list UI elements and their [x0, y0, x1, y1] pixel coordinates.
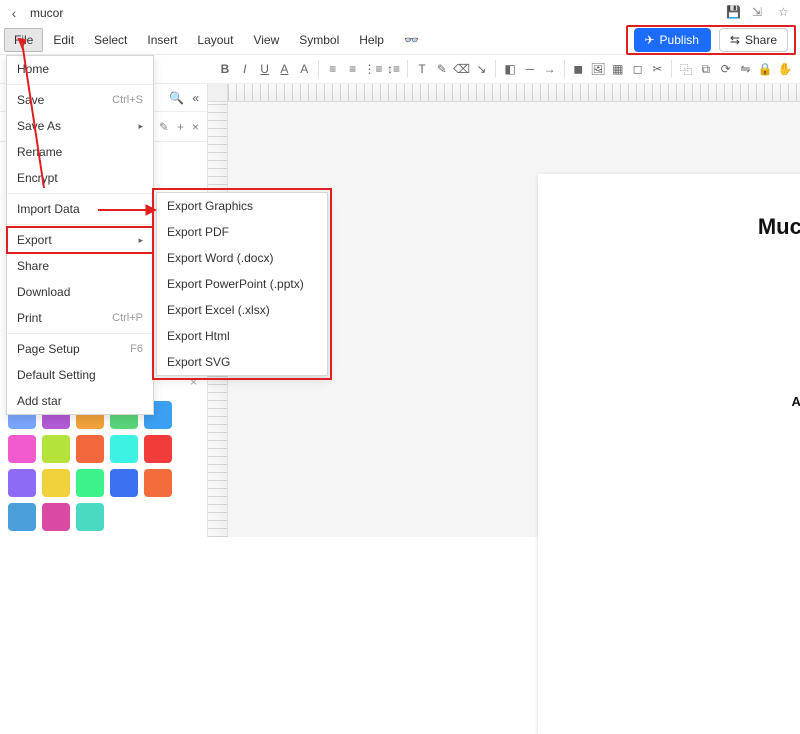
publish-label: Publish [660, 33, 699, 47]
rotate-icon[interactable]: ⟳ [717, 57, 735, 81]
export-svg[interactable]: Export SVG [157, 349, 327, 375]
menu-help[interactable]: Help [349, 28, 394, 52]
share-button[interactable]: ⇆ Share [719, 28, 788, 52]
export-excel[interactable]: Export Excel (.xlsx) [157, 297, 327, 323]
save-icon[interactable]: 💾 [726, 5, 742, 21]
menu-add-star[interactable]: Add star [7, 388, 153, 414]
menu-download[interactable]: Download [7, 279, 153, 305]
add-tab-icon[interactable]: + [177, 120, 184, 134]
fill-icon[interactable]: ◧ [501, 57, 519, 81]
highlight-icon[interactable]: A [295, 57, 313, 81]
close-icon[interactable]: × [190, 375, 197, 389]
library-grid [0, 395, 207, 537]
menu-view[interactable]: View [243, 28, 289, 52]
menu-glasses-icon[interactable]: 👓 [394, 28, 429, 52]
bold-icon[interactable]: B [216, 57, 234, 81]
share-label: Share [745, 33, 777, 47]
export-icon[interactable]: ⇲ [752, 5, 768, 21]
title-actions: 💾 ⇲ ☆ [726, 5, 794, 21]
lib-item-icon[interactable] [76, 469, 104, 497]
connector-icon[interactable]: ↘ [473, 57, 491, 81]
caret-right-icon: ▸ [138, 235, 143, 246]
ruler-horizontal [228, 84, 800, 102]
font-color-icon[interactable]: A [276, 57, 294, 81]
lib-item-icon[interactable] [42, 469, 70, 497]
underline-icon[interactable]: U [256, 57, 274, 81]
diagram-title: Mucor Diagram [538, 214, 800, 240]
lib-item-icon[interactable] [110, 435, 138, 463]
lib-item-icon[interactable] [8, 503, 36, 531]
page[interactable]: Mucor Diagram Apophysis Septum [538, 174, 800, 734]
menu-insert[interactable]: Insert [137, 28, 187, 52]
export-word[interactable]: Export Word (.docx) [157, 245, 327, 271]
text-tool-icon[interactable]: T [413, 57, 431, 81]
italic-icon[interactable]: I [236, 57, 254, 81]
paper-plane-icon: ✈ [644, 33, 654, 47]
collapse-icon[interactable]: « [192, 91, 199, 105]
publish-button[interactable]: ✈ Publish [634, 28, 710, 52]
publish-share-group: ✈ Publish ⇆ Share [626, 25, 796, 55]
align-center-icon[interactable]: ≡ [344, 57, 362, 81]
lib-item-icon[interactable] [144, 469, 172, 497]
annotation-arrow-file [14, 38, 54, 198]
label-apophysis: Apophysis [792, 394, 800, 409]
line-style-icon[interactable]: ─ [521, 57, 539, 81]
flip-icon[interactable]: ⇋ [737, 57, 755, 81]
lib-item-icon[interactable] [42, 435, 70, 463]
menubar: File Edit Select Insert Layout View Symb… [0, 26, 800, 54]
eraser-icon[interactable]: ⌫ [453, 57, 471, 81]
line-spacing-icon[interactable]: ↕≡ [385, 57, 403, 81]
menu-page-setup[interactable]: Page SetupF6 [7, 336, 153, 362]
export-graphics[interactable]: Export Graphics [157, 193, 327, 219]
pen-tool-icon[interactable]: ✎ [433, 57, 451, 81]
arrow-style-icon[interactable]: → [541, 57, 559, 81]
share-icon: ⇆ [730, 33, 740, 47]
lock-icon[interactable]: 🔒 [756, 57, 774, 81]
close-tab-icon[interactable]: × [192, 120, 199, 134]
crop-icon[interactable]: ✂ [649, 57, 667, 81]
export-pdf[interactable]: Export PDF [157, 219, 327, 245]
menu-layout[interactable]: Layout [187, 28, 243, 52]
lib-item-icon[interactable] [8, 469, 36, 497]
hand-tool-icon[interactable]: ✋ [776, 57, 794, 81]
star-icon[interactable]: ☆ [778, 5, 794, 21]
lib-item-icon[interactable] [8, 435, 36, 463]
arrange-icon[interactable]: ⧉ [697, 57, 715, 81]
shadow-icon[interactable]: ◼ [569, 57, 587, 81]
search-icon[interactable]: 🔍 [169, 91, 184, 105]
menu-symbol[interactable]: Symbol [289, 28, 349, 52]
ruler-corner [208, 84, 228, 102]
export-submenu: Export Graphics Export PDF Export Word (… [156, 192, 328, 376]
menu-print[interactable]: PrintCtrl+P [7, 305, 153, 331]
table-icon[interactable]: ▦ [609, 57, 627, 81]
back-button[interactable]: ‹ [6, 5, 22, 21]
lib-item-icon[interactable] [144, 435, 172, 463]
shapes-icon[interactable]: ◻ [629, 57, 647, 81]
export-powerpoint[interactable]: Export PowerPoint (.pptx) [157, 271, 327, 297]
bullets-icon[interactable]: ⋮≡ [364, 57, 383, 81]
export-html[interactable]: Export Html [157, 323, 327, 349]
lib-item-icon[interactable] [110, 469, 138, 497]
menu-default-setting[interactable]: Default Setting [7, 362, 153, 388]
image-icon[interactable]: 🖼 [589, 57, 607, 81]
lib-item-icon[interactable] [76, 503, 104, 531]
group-icon[interactable]: ⿻ [677, 57, 695, 81]
menu-select[interactable]: Select [84, 28, 137, 52]
lib-item-icon[interactable] [76, 435, 104, 463]
lib-item-icon[interactable] [42, 503, 70, 531]
edit-tab-icon[interactable]: ✎ [159, 120, 169, 134]
menu-share[interactable]: Share [7, 253, 153, 279]
caret-right-icon: ▸ [138, 121, 143, 132]
document-title: mucor [30, 6, 63, 20]
annotation-arrow-export [98, 203, 158, 217]
menu-export[interactable]: Export▸ [7, 227, 153, 253]
align-left-icon[interactable]: ≡ [324, 57, 342, 81]
